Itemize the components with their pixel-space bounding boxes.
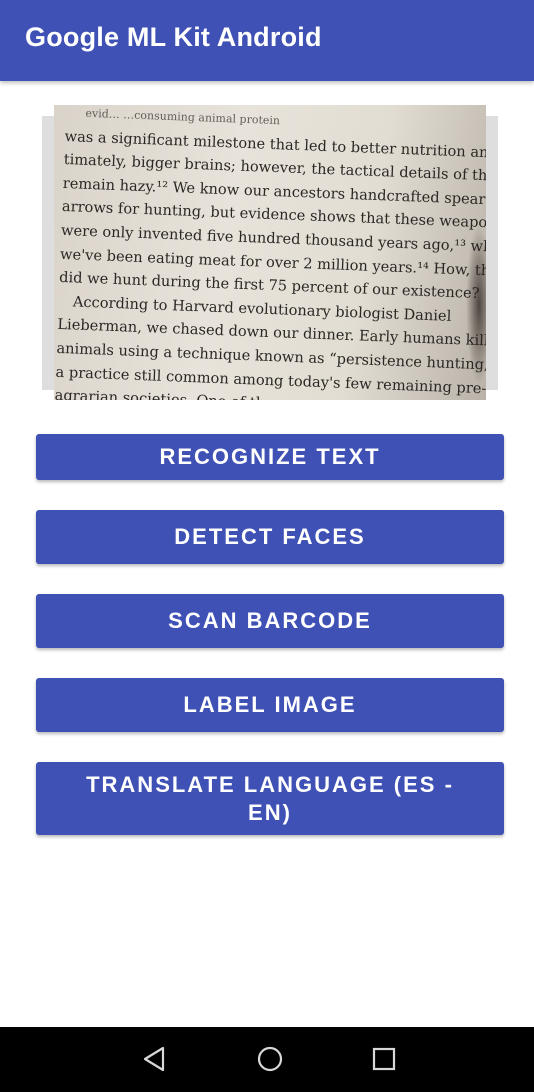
recognize-text-button[interactable]: RECOGNIZE TEXT — [36, 434, 504, 480]
detect-faces-button[interactable]: DETECT FACES — [36, 510, 504, 564]
photo-shadow — [466, 225, 486, 385]
label-image-label: LABEL IMAGE — [183, 692, 357, 717]
detect-faces-label: DETECT FACES — [174, 524, 366, 549]
home-icon[interactable] — [256, 1045, 284, 1073]
app-title: Google ML Kit Android — [25, 22, 322, 52]
label-image-button[interactable]: LABEL IMAGE — [36, 678, 504, 732]
photo-text: evid… …consuming animal protein was a si… — [54, 105, 486, 400]
scan-barcode-label: SCAN BARCODE — [168, 608, 372, 633]
back-icon[interactable] — [141, 1045, 169, 1073]
recognize-text-label: RECOGNIZE TEXT — [159, 444, 381, 469]
scan-barcode-button[interactable]: SCAN BARCODE — [36, 594, 504, 648]
recents-icon[interactable] — [370, 1045, 398, 1073]
translate-language-button[interactable]: TRANSLATE LANGUAGE (ES - EN) — [36, 762, 504, 835]
navigation-bar — [0, 1027, 534, 1092]
translate-language-label-line1: TRANSLATE LANGUAGE (ES - — [86, 771, 454, 797]
translate-language-label-line2: EN) — [248, 799, 292, 825]
preview-image: evid… …consuming animal protein was a si… — [54, 105, 486, 400]
app-bar: Google ML Kit Android — [0, 0, 534, 81]
